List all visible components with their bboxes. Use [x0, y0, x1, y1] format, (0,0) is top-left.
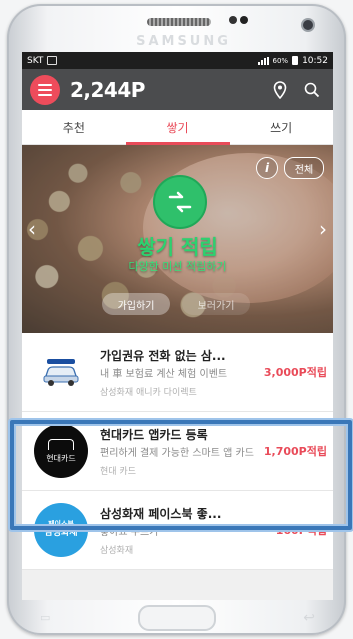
- status-bar: SKT 60% 10:52: [22, 52, 333, 69]
- offer-title: 현대카드 앱카드 등록: [100, 427, 208, 442]
- view-all-button[interactable]: 전체: [284, 157, 324, 179]
- hyundai-card-icon: 현대카드: [34, 424, 88, 478]
- back-icon[interactable]: ↩: [303, 610, 315, 626]
- tab-recommend[interactable]: 추천: [22, 110, 126, 144]
- tab-spend[interactable]: 쓰기: [229, 110, 333, 144]
- list-item[interactable]: 페이스북 삼성화재 삼성화재 페이스북 좋... 좋아요 누르기 삼성화재 16…: [22, 491, 333, 570]
- app-header: 2,244P: [22, 69, 333, 110]
- banner-subtitle: 다양한 미션 적립하기: [128, 260, 227, 273]
- menu-icon: [38, 83, 52, 86]
- offer-sponsor: 삼성화재 애니카 다이렉트: [100, 387, 197, 398]
- banner-button-secondary[interactable]: 보러가기: [182, 293, 250, 315]
- points-balance: 2,244P: [70, 77, 145, 102]
- list-item[interactable]: 가입권유 전화 없는 삼... 내 車 보험료 계산 체험 이벤트 삼성화재 애…: [22, 333, 333, 412]
- menu-button[interactable]: [30, 74, 60, 105]
- sensor-dot: [229, 16, 237, 24]
- info-icon[interactable]: i: [256, 157, 278, 179]
- carrier-label: SKT: [27, 55, 44, 66]
- offer-title: 가입권유 전화 없는 삼...: [100, 348, 226, 363]
- samsung-fire-icon: 페이스북 삼성화재: [34, 503, 88, 557]
- offer-sponsor: 현대 카드: [100, 466, 136, 477]
- screenshot-icon: [47, 56, 58, 65]
- app-screen: SKT 60% 10:52 2,244P 추천 쌓기 쓰기 i 전체 ‹ › 쌓…: [22, 52, 333, 600]
- tab-earn[interactable]: 쌓기: [126, 110, 230, 144]
- home-button[interactable]: [137, 604, 216, 631]
- clock: 10:52: [302, 55, 328, 66]
- sensor-dot: [240, 16, 248, 24]
- offer-reward: 1,700P적립: [263, 445, 327, 458]
- offer-reward: 160P적립: [275, 524, 327, 537]
- tab-bar: 추천 쌓기 쓰기: [22, 110, 333, 145]
- offer-title: 삼성화재 페이스북 좋...: [100, 506, 222, 521]
- device-brand: SAMSUNG: [136, 34, 231, 49]
- offer-sponsor: 삼성화재: [100, 545, 134, 556]
- offer-reward: 3,000P적립: [263, 366, 327, 379]
- banner-button-primary[interactable]: 가입하기: [102, 293, 170, 315]
- promo-banner[interactable]: i 전체 ‹ › 쌓기 적립 다양한 미션 적립하기 가입하기 보러가기: [22, 145, 333, 333]
- recent-apps-button[interactable]: ▭: [40, 611, 50, 624]
- car-icon: [34, 345, 88, 399]
- hardware-nav-bar: ▭ ↩: [22, 600, 333, 635]
- search-icon[interactable]: [299, 77, 325, 103]
- banner-logo-icon: [153, 175, 207, 229]
- offer-description: 편리하게 결제 가능한 스마트 앱 카드: [100, 447, 254, 459]
- battery-percent: 60%: [272, 56, 289, 65]
- front-camera: [303, 20, 313, 30]
- speaker-grille: [147, 18, 211, 26]
- battery-icon: [292, 56, 299, 65]
- list-item[interactable]: 현대카드 현대카드 앱카드 등록 편리하게 결제 가능한 스마트 앱 카드 현대…: [22, 412, 333, 491]
- offer-description: 내 車 보험료 계산 체험 이벤트: [100, 368, 228, 380]
- offer-description: 좋아요 누르기: [100, 526, 159, 538]
- offer-list: 가입권유 전화 없는 삼... 내 車 보험료 계산 체험 이벤트 삼성화재 애…: [22, 333, 333, 570]
- location-pin-icon[interactable]: [267, 77, 293, 103]
- signal-icon: [257, 56, 269, 65]
- banner-title: 쌓기 적립: [137, 235, 218, 259]
